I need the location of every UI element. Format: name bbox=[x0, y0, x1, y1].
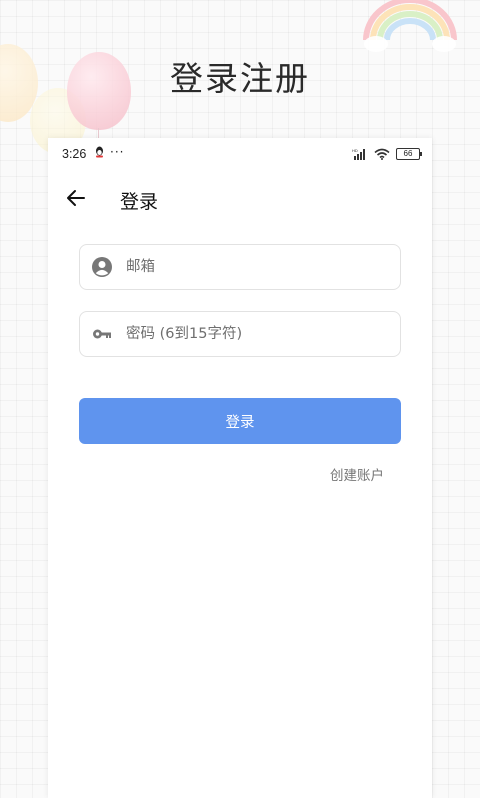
battery-indicator: 66 bbox=[396, 148, 422, 160]
rainbow-decoration bbox=[363, 0, 457, 52]
screen-title: 登录 bbox=[120, 191, 159, 213]
notification-icon bbox=[96, 146, 103, 158]
create-account-link[interactable]: 创建账户 bbox=[330, 464, 384, 484]
status-bar: 3:26 ··· HD 66 bbox=[48, 138, 432, 170]
email-field[interactable] bbox=[79, 244, 401, 290]
email-input[interactable] bbox=[126, 245, 386, 289]
key-icon bbox=[93, 329, 111, 339]
password-field[interactable] bbox=[79, 311, 401, 357]
password-input[interactable] bbox=[126, 312, 386, 356]
top-app-bar: 登录 bbox=[48, 178, 432, 218]
phone-screen: 3:26 ··· HD 66 登录 邮箱 登录 创建账户 bbox=[48, 138, 432, 798]
signal-icon: HD bbox=[352, 148, 365, 160]
status-more-dots: ··· bbox=[110, 145, 125, 159]
svg-text:HD: HD bbox=[352, 148, 358, 153]
wifi-icon bbox=[374, 148, 390, 160]
status-indicators: HD 66 bbox=[352, 147, 422, 161]
account-circle-icon bbox=[92, 257, 112, 277]
arrow-left-icon[interactable] bbox=[64, 186, 88, 210]
status-time: 3:26 bbox=[62, 147, 87, 161]
page-title: 登录注册 bbox=[170, 59, 310, 98]
login-button[interactable]: 登录 bbox=[79, 398, 401, 444]
